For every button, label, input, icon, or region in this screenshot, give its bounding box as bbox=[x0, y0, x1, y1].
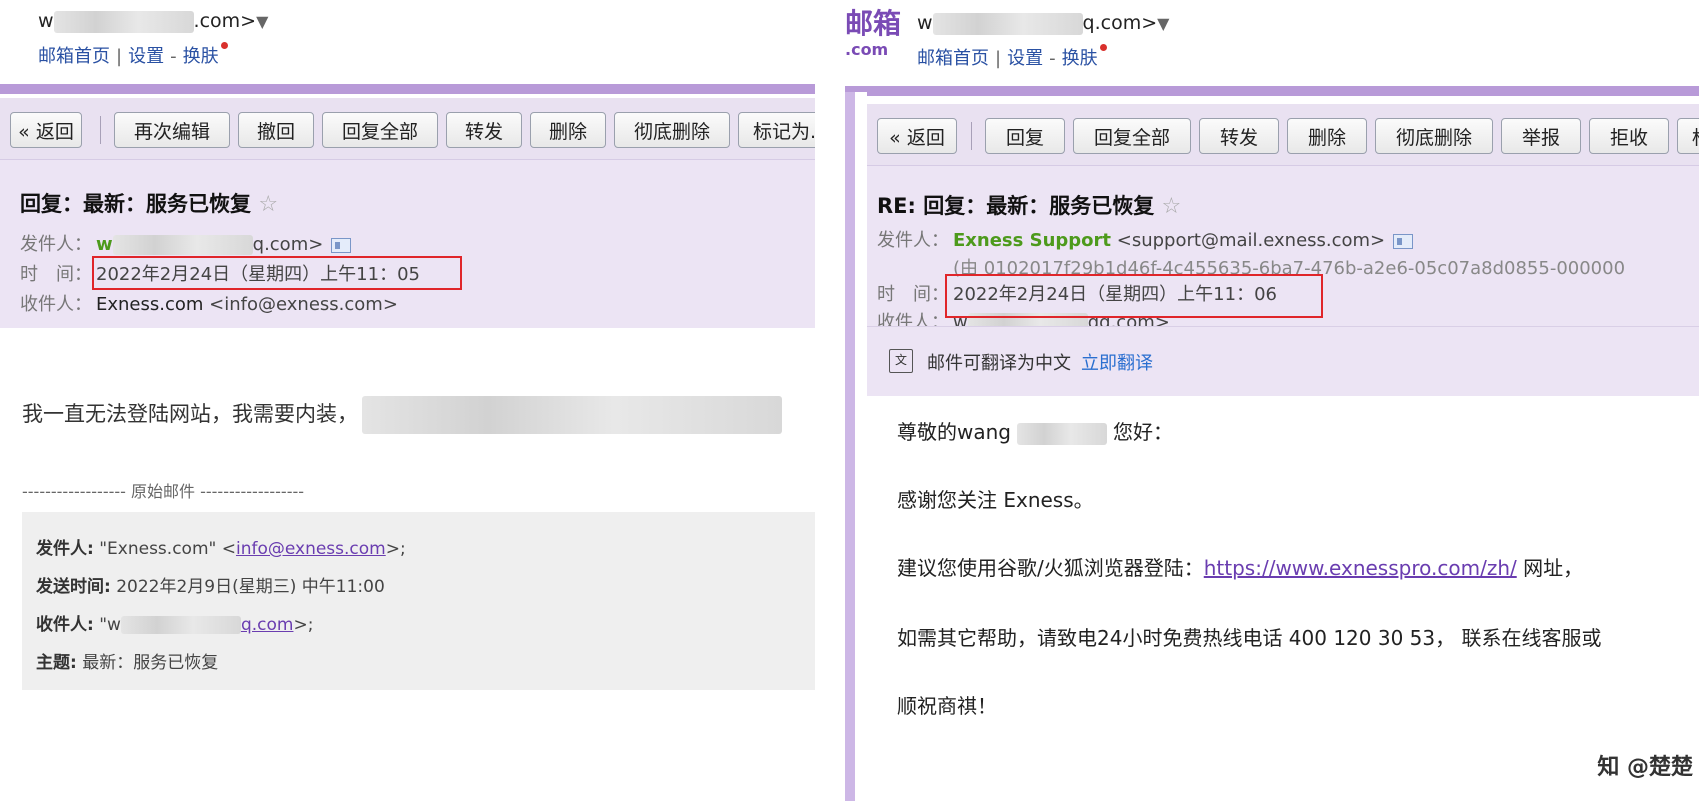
right-mail-window: 邮箱 .com w q.com>▼ 邮箱首页 | 设置 - 换肤 « 返回 回复 回复全部 … bbox=[845, 0, 1699, 801]
report-button[interactable]: 举报 bbox=[1501, 118, 1581, 154]
reply-all-button[interactable]: 回复全部 bbox=[322, 112, 438, 148]
forward-button[interactable]: 转发 bbox=[446, 112, 522, 148]
chevron-down-icon[interactable]: ▼ bbox=[1157, 14, 1169, 33]
link-mail-home[interactable]: 邮箱首页 bbox=[917, 48, 989, 69]
account-suffix: .com> bbox=[193, 10, 257, 32]
translate-icon: 文 bbox=[889, 349, 913, 373]
quote-sent: 发送时间: 2022年2月9日(星期三) 中午11:00 bbox=[36, 577, 385, 597]
star-icon[interactable]: ☆ bbox=[258, 192, 278, 217]
redacted-recipient bbox=[120, 616, 241, 634]
redacted-sender bbox=[112, 235, 253, 255]
from-label: 发件人： bbox=[20, 234, 92, 255]
edit-again-button[interactable]: 再次编辑 bbox=[114, 112, 230, 148]
from-suffix: q.com> bbox=[252, 234, 324, 255]
translate-bar: 文 邮件可翻译为中文 立即翻译 bbox=[867, 326, 1699, 396]
reject-button[interactable]: 拒收 bbox=[1589, 118, 1669, 154]
mail-frame: « 返回 回复 回复全部 转发 删除 彻底删除 举报 拒收 标 RE: 回复：最… bbox=[855, 92, 1699, 801]
from-prefix: w bbox=[96, 234, 113, 255]
notification-dot-icon bbox=[1099, 44, 1107, 51]
accent-bar bbox=[0, 84, 815, 94]
redacted-name bbox=[1016, 422, 1107, 445]
time-label: 时 间： bbox=[877, 284, 949, 305]
from-name: Exness Support bbox=[953, 230, 1112, 251]
quote-to-email-link[interactable]: q.com bbox=[241, 615, 294, 635]
account-selector[interactable]: w .com>▼ bbox=[38, 10, 268, 33]
mail-body-text: 我一直无法登陆网站，我需要内装， bbox=[22, 396, 782, 434]
body-line-2: 建议您使用谷歌/火狐浏览器登陆：https://www.exnesspro.co… bbox=[897, 556, 1584, 580]
delete-button[interactable]: 删除 bbox=[1287, 118, 1367, 154]
notification-dot-icon bbox=[220, 42, 228, 49]
toolbar-divider bbox=[100, 116, 101, 144]
toolbar-divider bbox=[971, 122, 972, 150]
side-strip bbox=[845, 92, 855, 801]
link-settings[interactable]: 设置 bbox=[128, 46, 164, 67]
mail-header: 回复：最新：服务已恢复 ☆ 发件人： w q.com> 时 间： 2022年2月24日… bbox=[0, 160, 815, 328]
account-selector[interactable]: w q.com>▼ bbox=[917, 12, 1169, 35]
link-mail-home[interactable]: 邮箱首页 bbox=[38, 46, 110, 67]
highlight-box bbox=[92, 256, 462, 290]
from-row: 发件人： w q.com> bbox=[20, 230, 352, 256]
from-row: 发件人： Exness Support <support@mail.exness.… bbox=[877, 226, 1414, 252]
body-line-4: 顺祝商祺！ bbox=[897, 694, 997, 718]
back-button[interactable]: « 返回 bbox=[10, 112, 82, 148]
exness-link[interactable]: https://www.exnesspro.com/zh/ bbox=[1204, 556, 1517, 580]
greeting-line: 尊敬的wang 您好： bbox=[897, 420, 1173, 445]
star-icon[interactable]: ☆ bbox=[1162, 194, 1182, 219]
from-email: <support@mail.exness.com> bbox=[1116, 230, 1386, 251]
body-line-3: 如需其它帮助，请致电24小时免费热线电话 400 120 30 53， 联系在线… bbox=[897, 626, 1602, 650]
link-skin[interactable]: 换肤 bbox=[183, 46, 219, 67]
from-label: 发件人： bbox=[877, 230, 949, 251]
chevron-down-icon[interactable]: ▼ bbox=[256, 12, 268, 31]
account-prefix: w bbox=[917, 12, 933, 34]
redacted-body bbox=[362, 396, 782, 434]
top-links: 邮箱首页 | 设置 - 换肤 bbox=[38, 42, 228, 68]
to-label: 收件人： bbox=[20, 294, 92, 315]
mark-as-button[interactable]: 标记为... bbox=[738, 112, 815, 148]
account-suffix: q.com> bbox=[1082, 12, 1158, 34]
to-email: <info@exness.com> bbox=[209, 294, 398, 315]
reply-all-button[interactable]: 回复全部 bbox=[1073, 118, 1191, 154]
quote-to: 收件人: "w q.com>; bbox=[36, 615, 314, 635]
forward-button[interactable]: 转发 bbox=[1199, 118, 1279, 154]
original-mail-separator: ------------------ 原始邮件 ----------------… bbox=[22, 482, 305, 501]
quote-from: 发件人: "Exness.com" <info@exness.com>; bbox=[36, 539, 406, 559]
mail-subject: 回复：最新：服务已恢复 ☆ bbox=[20, 192, 279, 217]
contact-card-icon[interactable] bbox=[1393, 233, 1414, 249]
watermark: 知 @楚楚 bbox=[1597, 755, 1693, 780]
mail-toolbar: « 返回 再次编辑 撤回 回复全部 转发 删除 彻底删除 标记为... bbox=[0, 98, 815, 160]
translate-prompt: 邮件可翻译为中文 立即翻译 bbox=[927, 353, 1153, 374]
mail-logo: 邮箱 .com bbox=[845, 7, 902, 59]
contact-card-icon[interactable] bbox=[331, 237, 352, 253]
top-links: 邮箱首页 | 设置 - 换肤 bbox=[917, 44, 1107, 70]
quoted-original-mail: 发件人: "Exness.com" <info@exness.com>; 发送时… bbox=[22, 512, 815, 690]
link-settings[interactable]: 设置 bbox=[1007, 48, 1043, 69]
link-skin[interactable]: 换肤 bbox=[1062, 48, 1098, 69]
account-prefix: w bbox=[38, 10, 54, 32]
delete-permanently-button[interactable]: 彻底删除 bbox=[1375, 118, 1493, 154]
mail-subject: RE: 回复：最新：服务已恢复 ☆ bbox=[877, 194, 1182, 219]
translate-now-link[interactable]: 立即翻译 bbox=[1081, 353, 1153, 374]
back-button[interactable]: « 返回 bbox=[877, 118, 957, 154]
redacted-account bbox=[932, 12, 1083, 35]
body-line-1: 感谢您关注 Exness。 bbox=[897, 488, 1094, 512]
recall-button[interactable]: 撤回 bbox=[238, 112, 314, 148]
to-name: Exness.com bbox=[96, 294, 204, 315]
delete-permanently-button[interactable]: 彻底删除 bbox=[614, 112, 730, 148]
reply-button[interactable]: 回复 bbox=[985, 118, 1065, 154]
quote-from-email-link[interactable]: info@exness.com bbox=[236, 539, 386, 559]
redacted-account bbox=[53, 10, 194, 33]
left-mail-window: w .com>▼ 邮箱首页 | 设置 - 换肤 « 返回 再次编辑 撤回 回复全部 转发 … bbox=[0, 0, 815, 801]
highlight-box bbox=[945, 274, 1323, 318]
mail-toolbar: « 返回 回复 回复全部 转发 删除 彻底删除 举报 拒收 标 bbox=[867, 104, 1699, 166]
delete-button[interactable]: 删除 bbox=[530, 112, 606, 148]
time-label: 时 间： bbox=[20, 264, 92, 285]
mark-button[interactable]: 标 bbox=[1677, 118, 1699, 154]
mail-header: RE: 回复：最新：服务已恢复 ☆ 发件人： Exness Support <su… bbox=[867, 166, 1699, 333]
to-row: 收件人： Exness.com <info@exness.com> bbox=[20, 290, 398, 316]
quote-subject: 主题: 最新：服务已恢复 bbox=[36, 653, 219, 673]
